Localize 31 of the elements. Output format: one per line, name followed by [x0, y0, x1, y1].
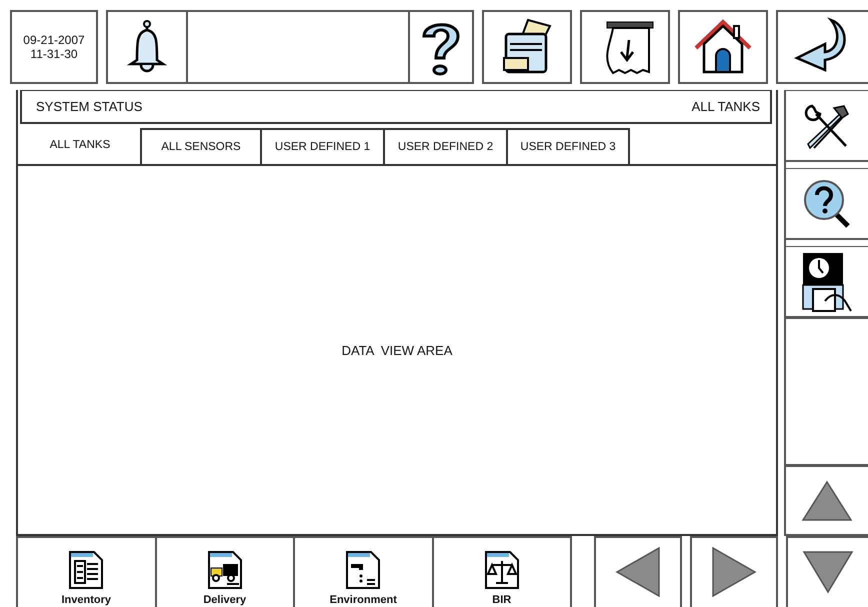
header-view-label: ALL TANKS	[692, 99, 760, 114]
next-button[interactable]	[690, 536, 778, 607]
truck-document-icon	[206, 550, 243, 590]
up-triangle-icon	[801, 480, 853, 522]
time-text: 11-31-30	[30, 47, 78, 61]
date-text: 09-21-2007	[23, 33, 85, 47]
home-icon	[692, 18, 754, 76]
printer-button[interactable]	[482, 10, 572, 84]
data-view-text: DATA VIEW AREA	[342, 342, 452, 358]
tab[interactable]: ALL SENSORS	[140, 128, 260, 166]
down-triangle-icon	[802, 550, 854, 594]
receipt-button[interactable]	[580, 10, 670, 84]
right-triangle-icon	[711, 546, 757, 598]
scroll-up-button[interactable]	[786, 466, 868, 536]
tab[interactable]: USER DEFINED 1	[260, 128, 383, 166]
scroll-down-button[interactable]	[786, 536, 868, 607]
home-button[interactable]	[678, 10, 768, 84]
previous-button[interactable]	[594, 536, 682, 607]
header-title: SYSTEM STATUS	[36, 99, 142, 114]
back-button[interactable]	[776, 10, 868, 84]
wrench-hammer-icon	[802, 102, 852, 150]
magnifier-icon	[802, 178, 852, 230]
left-triangle-icon	[615, 546, 661, 598]
diagnostics-button[interactable]	[786, 168, 868, 240]
timer-button[interactable]	[786, 246, 868, 318]
tab[interactable]: USER DEFINED 2	[383, 128, 506, 166]
tools-button[interactable]	[786, 90, 868, 162]
faucet-document-icon	[345, 550, 382, 590]
list-document-icon	[68, 550, 104, 590]
scales-document-icon	[484, 550, 520, 590]
tab[interactable]: USER DEFINED 3	[506, 128, 630, 166]
